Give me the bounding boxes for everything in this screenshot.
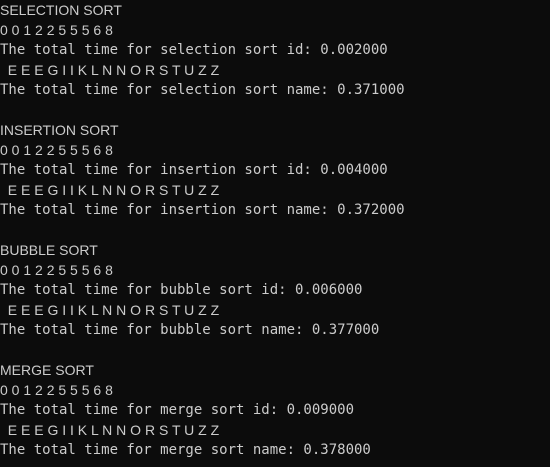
id-time-line: The total time for insertion sort id: 0.… bbox=[0, 162, 388, 178]
name-time-line: The total time for merge sort name: 0.37… bbox=[0, 442, 371, 458]
sorted-names-line: E E E G I I K L N N O R S T U Z Z bbox=[0, 62, 220, 78]
sorted-names-line: E E E G I I K L N N O R S T U Z Z bbox=[0, 182, 220, 198]
id-time-line: The total time for selection sort id: 0.… bbox=[0, 42, 388, 58]
output-block-merge: MERGE SORT 0 0 1 2 2 5 5 5 6 8 The total… bbox=[0, 360, 550, 460]
console-output[interactable]: SELECTION SORT 0 0 1 2 2 5 5 5 6 8 The t… bbox=[0, 0, 550, 467]
sorted-ids-line: 0 0 1 2 2 5 5 5 6 8 bbox=[0, 22, 113, 38]
sorted-names-line: E E E G I I K L N N O R S T U Z Z bbox=[0, 302, 220, 318]
section-heading: MERGE SORT bbox=[0, 362, 94, 378]
sorted-names-line: E E E G I I K L N N O R S T U Z Z bbox=[0, 422, 220, 438]
name-time-line: The total time for insertion sort name: … bbox=[0, 202, 405, 218]
id-time-line: The total time for bubble sort id: 0.006… bbox=[0, 282, 363, 298]
name-time-line: The total time for bubble sort name: 0.3… bbox=[0, 322, 380, 338]
output-block-insertion: INSERTION SORT 0 0 1 2 2 5 5 5 6 8 The t… bbox=[0, 120, 550, 240]
name-time-line: The total time for selection sort name: … bbox=[0, 82, 405, 98]
sorted-ids-line: 0 0 1 2 2 5 5 5 6 8 bbox=[0, 142, 113, 158]
section-heading: BUBBLE SORT bbox=[0, 242, 98, 258]
section-heading: SELECTION SORT bbox=[0, 2, 122, 18]
sorted-ids-line: 0 0 1 2 2 5 5 5 6 8 bbox=[0, 382, 113, 398]
output-block-bubble: BUBBLE SORT 0 0 1 2 2 5 5 5 6 8 The tota… bbox=[0, 240, 550, 360]
sorted-ids-line: 0 0 1 2 2 5 5 5 6 8 bbox=[0, 262, 113, 278]
section-heading: INSERTION SORT bbox=[0, 122, 119, 138]
output-block-selection: SELECTION SORT 0 0 1 2 2 5 5 5 6 8 The t… bbox=[0, 0, 550, 120]
id-time-line: The total time for merge sort id: 0.0090… bbox=[0, 402, 355, 418]
